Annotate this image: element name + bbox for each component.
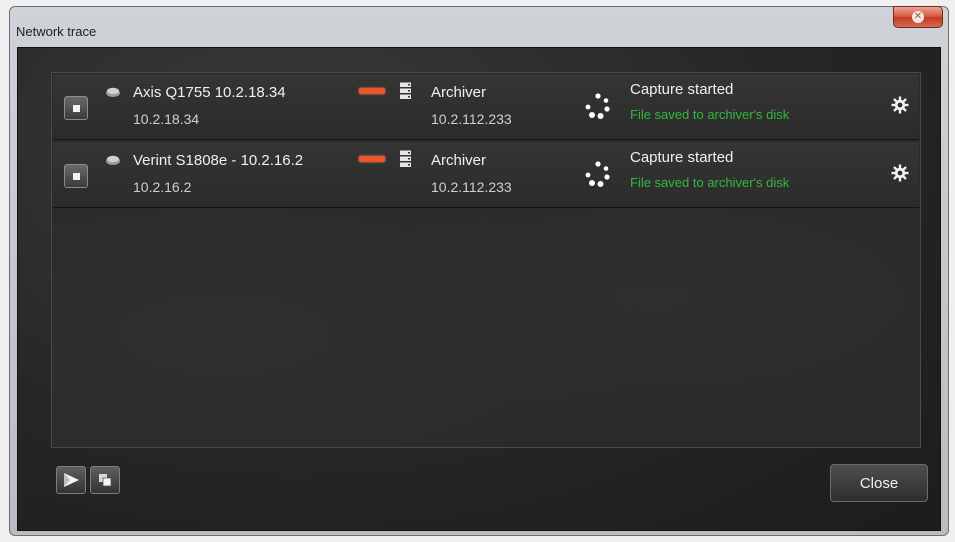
trace-list[interactable]: Axis Q1755 10.2.18.34 10.2.18.34 Archive… — [51, 72, 921, 448]
connection-icon — [359, 156, 385, 162]
trace-row[interactable]: Axis Q1755 10.2.18.34 10.2.18.34 Archive… — [53, 74, 919, 140]
gear-icon[interactable] — [891, 96, 909, 114]
capture-status: Capture started — [630, 81, 734, 98]
archiver-ip: 10.2.112.233 — [431, 179, 512, 195]
loading-spinner-icon — [585, 93, 610, 119]
connection-icon — [359, 88, 385, 94]
window-title: Network trace — [16, 24, 97, 39]
copy-button[interactable] — [90, 466, 120, 494]
archiver-name: Archiver — [431, 84, 487, 101]
close-icon: ✕ — [912, 11, 924, 23]
device-name: Axis Q1755 10.2.18.34 — [133, 84, 286, 101]
loading-spinner-icon — [585, 161, 610, 187]
title-bar: Network trace ✕ — [10, 6, 948, 49]
camera-icon — [106, 87, 120, 97]
device-ip: 10.2.16.2 — [133, 179, 192, 195]
camera-icon — [106, 155, 120, 165]
archiver-name: Archiver — [431, 152, 487, 169]
server-icon — [400, 82, 411, 99]
capture-substatus: File saved to archiver's disk — [630, 175, 790, 190]
network-trace-window: Network trace ✕ Axis Q1755 10.2.18.34 10… — [9, 6, 949, 536]
device-name: Verint S1808e - 10.2.16.2 — [133, 152, 304, 169]
stop-icon — [72, 172, 80, 180]
close-button[interactable]: Close — [830, 464, 928, 502]
archiver-ip: 10.2.112.233 — [431, 111, 512, 127]
capture-status: Capture started — [630, 149, 734, 166]
client-area: Axis Q1755 10.2.18.34 10.2.18.34 Archive… — [17, 47, 941, 531]
device-ip: 10.2.18.34 — [133, 111, 200, 127]
server-icon — [400, 150, 411, 167]
trace-row[interactable]: Verint S1808e - 10.2.16.2 10.2.16.2 Arch… — [53, 142, 919, 208]
start-trace-button[interactable] — [56, 466, 86, 494]
copy-icon — [99, 474, 112, 487]
stop-capture-button[interactable] — [64, 164, 88, 188]
gear-icon[interactable] — [891, 164, 909, 182]
window-close-button[interactable]: ✕ — [893, 6, 943, 28]
capture-substatus: File saved to archiver's disk — [630, 107, 790, 122]
stop-capture-button[interactable] — [64, 96, 88, 120]
stop-icon — [72, 104, 80, 112]
play-icon — [64, 473, 79, 487]
